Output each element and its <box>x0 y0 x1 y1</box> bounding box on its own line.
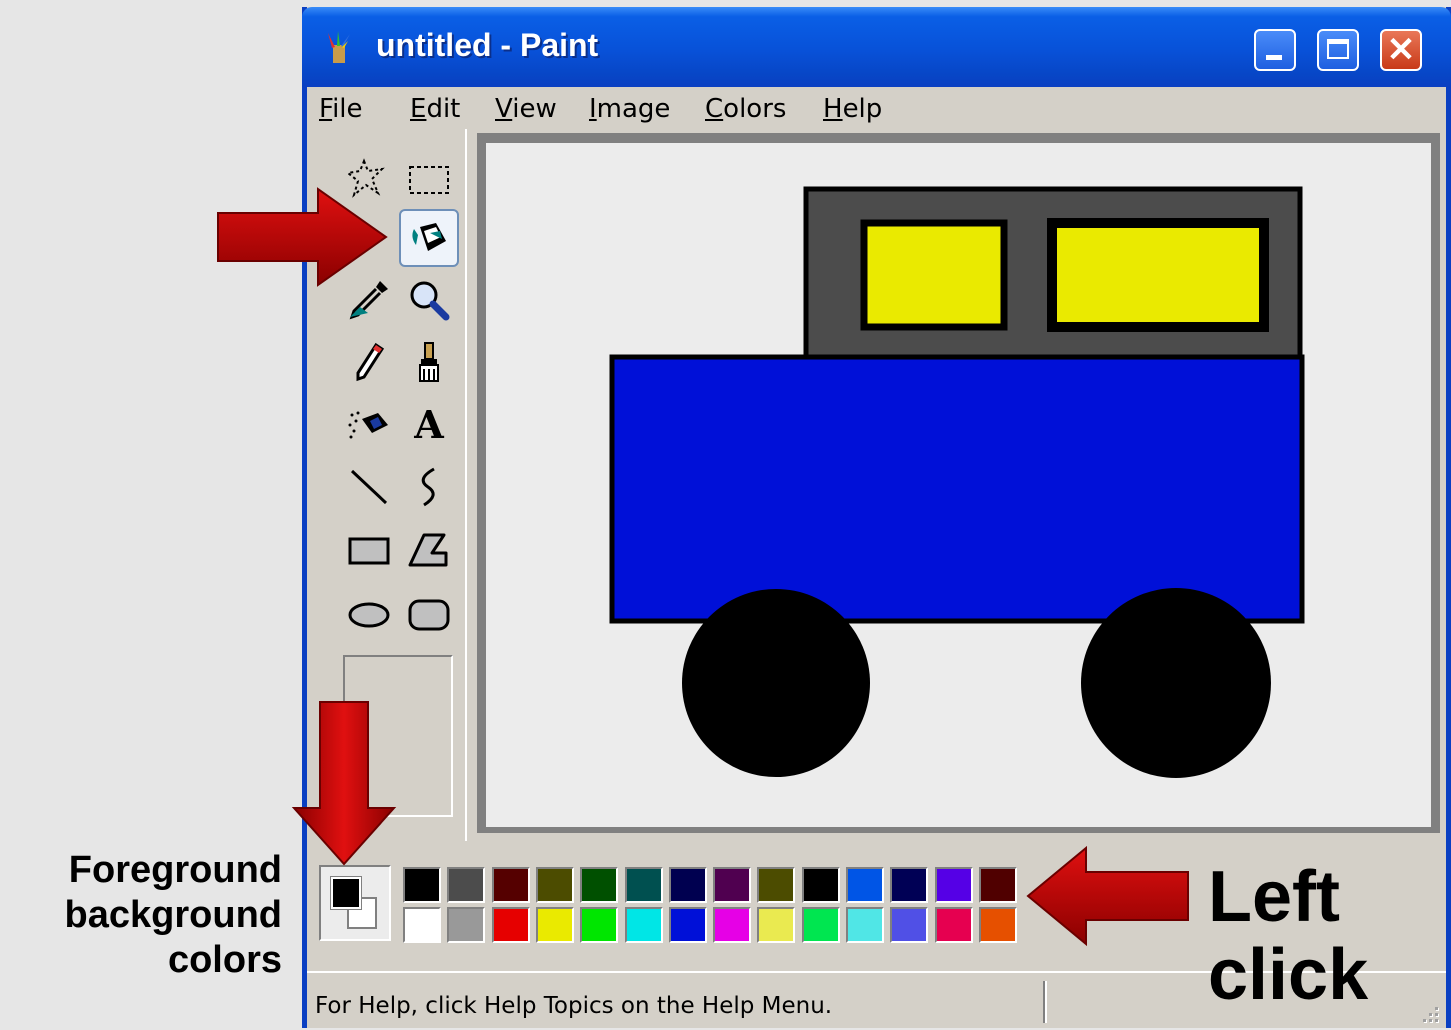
palette-swatch[interactable] <box>713 867 751 903</box>
left-click-annotation: Left click <box>1208 857 1369 1015</box>
rect-select-icon <box>409 166 449 194</box>
car-wheel-front <box>682 589 870 777</box>
tool-line[interactable] <box>339 457 399 515</box>
car-wheel-rear <box>1081 588 1271 778</box>
arrow-to-fill-tool-icon <box>217 187 388 287</box>
minimize-icon <box>1266 55 1282 60</box>
palette-swatch[interactable] <box>403 867 441 903</box>
palette-swatch[interactable] <box>580 907 618 943</box>
palette-swatch[interactable] <box>713 907 751 943</box>
polygon-icon <box>408 533 448 567</box>
menu-colors[interactable]: Colors <box>705 94 786 124</box>
fg-bg-colors-annotation: Foreground background colors <box>64 849 282 981</box>
minimize-button[interactable] <box>1254 29 1296 71</box>
text-icon: A <box>414 401 444 447</box>
close-icon: ✕ <box>1386 31 1416 69</box>
menu-file[interactable]: File <box>319 94 363 124</box>
car-body <box>609 354 1305 624</box>
palette-swatch[interactable] <box>447 867 485 903</box>
palette-swatch[interactable] <box>580 867 618 903</box>
status-text: For Help, click Help Topics on the Help … <box>315 993 833 1019</box>
close-button[interactable]: ✕ <box>1380 29 1422 71</box>
tool-ellipse[interactable] <box>339 585 399 643</box>
tool-airbrush[interactable] <box>339 395 399 453</box>
tool-rectangle[interactable] <box>339 521 399 579</box>
canvas-frame <box>477 133 1440 833</box>
palette-swatch[interactable] <box>802 867 840 903</box>
arrow-to-palette-icon <box>1026 845 1189 947</box>
paint-bucket-icon <box>412 223 446 251</box>
menu-view[interactable]: View <box>495 94 557 124</box>
tool-fill-with-color[interactable] <box>399 209 459 267</box>
paint-app-icon <box>328 31 350 63</box>
palette-swatch[interactable] <box>757 867 795 903</box>
palette-swatch[interactable] <box>890 867 928 903</box>
window-title: untitled - Paint <box>376 27 599 63</box>
tool-text[interactable]: A <box>399 395 459 453</box>
title-bar[interactable]: untitled - Paint ✕ <box>302 7 1451 87</box>
drawing-canvas[interactable] <box>486 143 1431 827</box>
palette-swatch[interactable] <box>536 867 574 903</box>
palette-swatch[interactable] <box>669 867 707 903</box>
status-separator <box>1043 981 1047 1023</box>
palette-swatch[interactable] <box>757 907 795 943</box>
foreground-color-swatch <box>330 876 362 910</box>
resize-grip-icon[interactable] <box>1418 1002 1442 1026</box>
tool-rounded-rectangle[interactable] <box>399 585 459 643</box>
maximize-icon <box>1327 39 1349 59</box>
ellipse-icon <box>348 602 390 628</box>
tool-magnifier[interactable] <box>399 271 459 329</box>
menu-edit[interactable]: Edit <box>410 94 460 124</box>
menu-help[interactable]: Help <box>823 94 882 124</box>
line-icon <box>350 469 388 505</box>
car-window-rear <box>1047 218 1269 332</box>
arrow-to-color-box-icon <box>291 701 397 866</box>
palette-swatch[interactable] <box>403 907 441 943</box>
car-window-front <box>860 219 1008 331</box>
pencil-icon <box>356 342 385 382</box>
airbrush-icon <box>348 411 388 439</box>
palette-swatch[interactable] <box>935 867 973 903</box>
menu-image[interactable]: Image <box>589 94 670 124</box>
tool-brush[interactable] <box>399 333 459 391</box>
palette-swatch[interactable] <box>935 907 973 943</box>
tool-select[interactable] <box>399 151 459 209</box>
rounded-rect-icon <box>408 599 450 631</box>
brush-icon <box>419 342 439 382</box>
tool-pencil[interactable] <box>339 333 399 391</box>
palette-swatch[interactable] <box>846 907 884 943</box>
magnifier-icon <box>410 281 450 321</box>
palette-swatch[interactable] <box>979 867 1017 903</box>
menu-bar: File Edit View Image Colors Help <box>307 87 1446 129</box>
palette-swatch[interactable] <box>492 907 530 943</box>
curve-icon <box>421 467 435 507</box>
maximize-button[interactable] <box>1317 29 1359 71</box>
rectangle-icon <box>348 537 390 565</box>
palette-swatch[interactable] <box>802 907 840 943</box>
palette-swatch[interactable] <box>846 867 884 903</box>
palette-swatch[interactable] <box>492 867 530 903</box>
palette-swatch[interactable] <box>447 907 485 943</box>
car-drawing <box>609 186 1305 778</box>
tool-curve[interactable] <box>399 457 459 515</box>
palette-swatch[interactable] <box>625 867 663 903</box>
palette-swatch[interactable] <box>890 907 928 943</box>
current-colors-box[interactable] <box>319 865 391 941</box>
palette-swatch[interactable] <box>669 907 707 943</box>
palette-swatch[interactable] <box>625 907 663 943</box>
tool-polygon[interactable] <box>399 521 459 579</box>
palette-swatch[interactable] <box>979 907 1017 943</box>
palette-swatch[interactable] <box>536 907 574 943</box>
